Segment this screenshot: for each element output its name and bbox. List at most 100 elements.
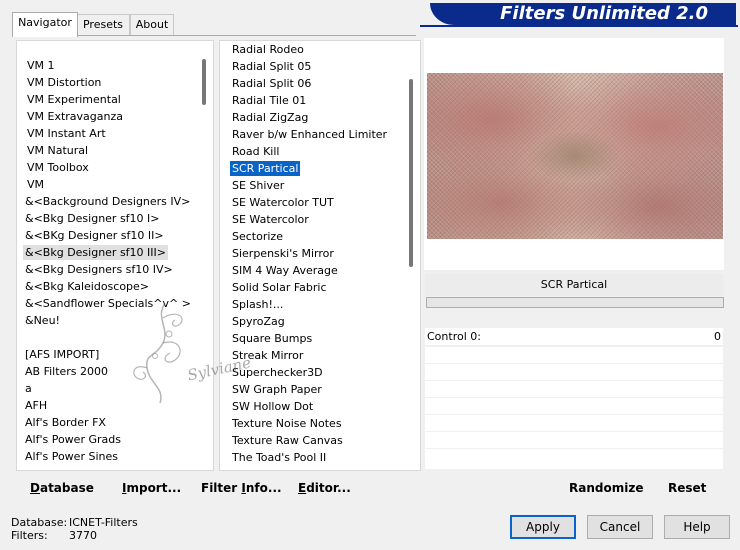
list-item-label: SE Shiver bbox=[232, 179, 285, 192]
list-item[interactable]: Radial ZigZag bbox=[220, 109, 402, 126]
list-item-label: &<Bkg Designer sf10 I> bbox=[25, 212, 160, 225]
list-item-label: SCR Partical bbox=[228, 160, 302, 177]
list-item[interactable]: The Toad's Pool II bbox=[220, 449, 402, 466]
database-value: ICNET-Filters bbox=[69, 516, 138, 529]
list-item-label: Alf's Border FX bbox=[25, 416, 106, 429]
list-item-label: Alf's Power Grads bbox=[25, 433, 121, 446]
control-0-value: 0 bbox=[714, 330, 721, 343]
import-button[interactable]: Import... bbox=[122, 480, 181, 496]
list-item[interactable]: Radial Tile 01 bbox=[220, 92, 402, 109]
filters-label: Filters: bbox=[11, 529, 48, 542]
list-item[interactable]: SW Graph Paper bbox=[220, 381, 402, 398]
list-item-label: Splash!... bbox=[232, 298, 284, 311]
list-item[interactable]: Alf's Power Sines bbox=[17, 448, 195, 465]
list-item-label: Square Bumps bbox=[232, 332, 313, 345]
list-item-label: AB Filters 2000 bbox=[25, 365, 109, 378]
list-item[interactable]: SpyroZag bbox=[220, 313, 402, 330]
list-item[interactable]: Alf's Power Grads bbox=[17, 431, 195, 448]
list-item-label: Radial ZigZag bbox=[232, 111, 309, 124]
banner-underline bbox=[420, 25, 738, 27]
filter-info-button[interactable]: Filter Info... bbox=[201, 480, 282, 496]
progress-bar bbox=[426, 297, 724, 308]
help-button[interactable]: Help bbox=[664, 515, 730, 539]
list-item[interactable]: Sierpenski's Mirror bbox=[220, 245, 402, 262]
list-item-label: VM 1 bbox=[27, 59, 55, 72]
list-item[interactable]: VM Experimental bbox=[17, 91, 195, 108]
list-item-label: VM Experimental bbox=[27, 93, 121, 106]
filter-scrollbar[interactable] bbox=[403, 41, 420, 470]
list-item[interactable]: SCR Partical bbox=[220, 160, 402, 177]
list-item-label: AFH bbox=[25, 399, 48, 412]
list-item-label: Sierpenski's Mirror bbox=[232, 247, 334, 260]
list-item[interactable]: Solid Solar Fabric bbox=[220, 279, 402, 296]
list-item[interactable]: Alf's Border FX bbox=[17, 414, 195, 431]
list-item[interactable]: Texture Raw Canvas bbox=[220, 432, 402, 449]
list-item-label: Radial Rodeo bbox=[232, 43, 304, 56]
control-slot-4 bbox=[425, 398, 723, 414]
control-0-slider[interactable]: Control 0: 0 bbox=[425, 328, 723, 345]
list-item-label: Sectorize bbox=[232, 230, 283, 243]
list-item[interactable]: &<Bkg Designers sf10 IV> bbox=[17, 261, 195, 278]
filter-list[interactable]: Radial Rodeo Radial Split 05 Radial Split … bbox=[219, 40, 421, 471]
list-item[interactable]: SE Shiver bbox=[220, 177, 402, 194]
list-item-label: SW Graph Paper bbox=[232, 383, 322, 396]
list-item-label: a bbox=[25, 382, 32, 395]
list-item-label: The Toad's Pool II bbox=[232, 451, 327, 464]
list-item-label: &Neu! bbox=[25, 314, 60, 327]
list-item[interactable]: VM Distortion bbox=[17, 74, 195, 91]
list-item-label: VM Extravaganza bbox=[27, 110, 124, 123]
randomize-button[interactable]: Randomize bbox=[569, 480, 643, 496]
list-item-label: [AFS IMPORT] bbox=[25, 348, 100, 361]
list-item[interactable]: Radial Rodeo bbox=[220, 41, 402, 58]
access-key-letter: D bbox=[30, 481, 40, 495]
category-scroll-thumb[interactable] bbox=[202, 59, 206, 105]
tab-navigator[interactable]: Navigator bbox=[12, 12, 78, 37]
list-item[interactable]: SW Hollow Dot bbox=[220, 398, 402, 415]
list-item[interactable]: SE Watercolor TUT bbox=[220, 194, 402, 211]
cancel-button[interactable]: Cancel bbox=[587, 515, 653, 539]
list-item-label: VM Natural bbox=[27, 144, 89, 157]
preview-image bbox=[427, 73, 723, 239]
list-item-label: &<Background Designers IV> bbox=[25, 195, 191, 208]
filter-scroll-thumb[interactable] bbox=[409, 79, 413, 267]
tab-about[interactable]: About bbox=[130, 14, 174, 35]
watermark-flourish-icon bbox=[133, 302, 183, 404]
control-slot-6 bbox=[425, 432, 723, 448]
database-button[interactable]: Database bbox=[30, 480, 94, 496]
list-item[interactable]: VM 1 bbox=[17, 57, 195, 74]
list-item[interactable]: VM Extravaganza bbox=[17, 108, 195, 125]
list-item-label: SW Hollow Dot bbox=[232, 400, 314, 413]
access-key-letter: I bbox=[122, 481, 127, 495]
list-item[interactable]: SIM 4 Way Average bbox=[220, 262, 402, 279]
list-item[interactable]: Sectorize bbox=[220, 228, 402, 245]
control-slot-2 bbox=[425, 364, 723, 380]
list-item-label: Texture Raw Canvas bbox=[232, 434, 343, 447]
list-item[interactable]: &<Bkg Designer sf10 I> bbox=[17, 210, 195, 227]
list-item[interactable]: Road Kill bbox=[220, 143, 402, 160]
watermark-signature: Sylviane bbox=[125, 298, 252, 408]
editor-button[interactable]: Editor... bbox=[298, 480, 351, 496]
list-item[interactable]: &<BKg Designer sf10 II> bbox=[17, 227, 195, 244]
list-item-label: Alf's Power Sines bbox=[25, 450, 118, 463]
access-key-letter: I bbox=[241, 481, 246, 495]
database-label: Database: bbox=[11, 516, 68, 529]
list-item[interactable]: Raver b/w Enhanced Limiter bbox=[220, 126, 402, 143]
control-slot-5 bbox=[425, 415, 723, 431]
list-item[interactable]: Square Bumps bbox=[220, 330, 402, 347]
apply-button[interactable]: Apply bbox=[510, 515, 576, 539]
list-item[interactable]: Radial Split 06 bbox=[220, 75, 402, 92]
list-item[interactable]: Texture Noise Notes bbox=[220, 415, 402, 432]
list-item[interactable]: &<Bkg Kaleidoscope> bbox=[17, 278, 195, 295]
tab-presets[interactable]: Presets bbox=[76, 14, 130, 35]
list-item[interactable]: SE Watercolor bbox=[220, 211, 402, 228]
list-item[interactable]: Radial Split 05 bbox=[220, 58, 402, 75]
list-item[interactable]: VM Instant Art bbox=[17, 125, 195, 142]
list-item-label: &<Bkg Kaleidoscope> bbox=[25, 280, 150, 293]
list-item[interactable]: VM Toolbox bbox=[17, 159, 195, 176]
list-item[interactable]: VM bbox=[17, 176, 195, 193]
list-item[interactable]: VM Natural bbox=[17, 142, 195, 159]
list-item[interactable]: &<Bkg Designer sf10 III> bbox=[17, 244, 195, 261]
reset-button[interactable]: Reset bbox=[668, 480, 706, 496]
list-item[interactable]: Splash!... bbox=[220, 296, 402, 313]
list-item[interactable]: &<Background Designers IV> bbox=[17, 193, 195, 210]
